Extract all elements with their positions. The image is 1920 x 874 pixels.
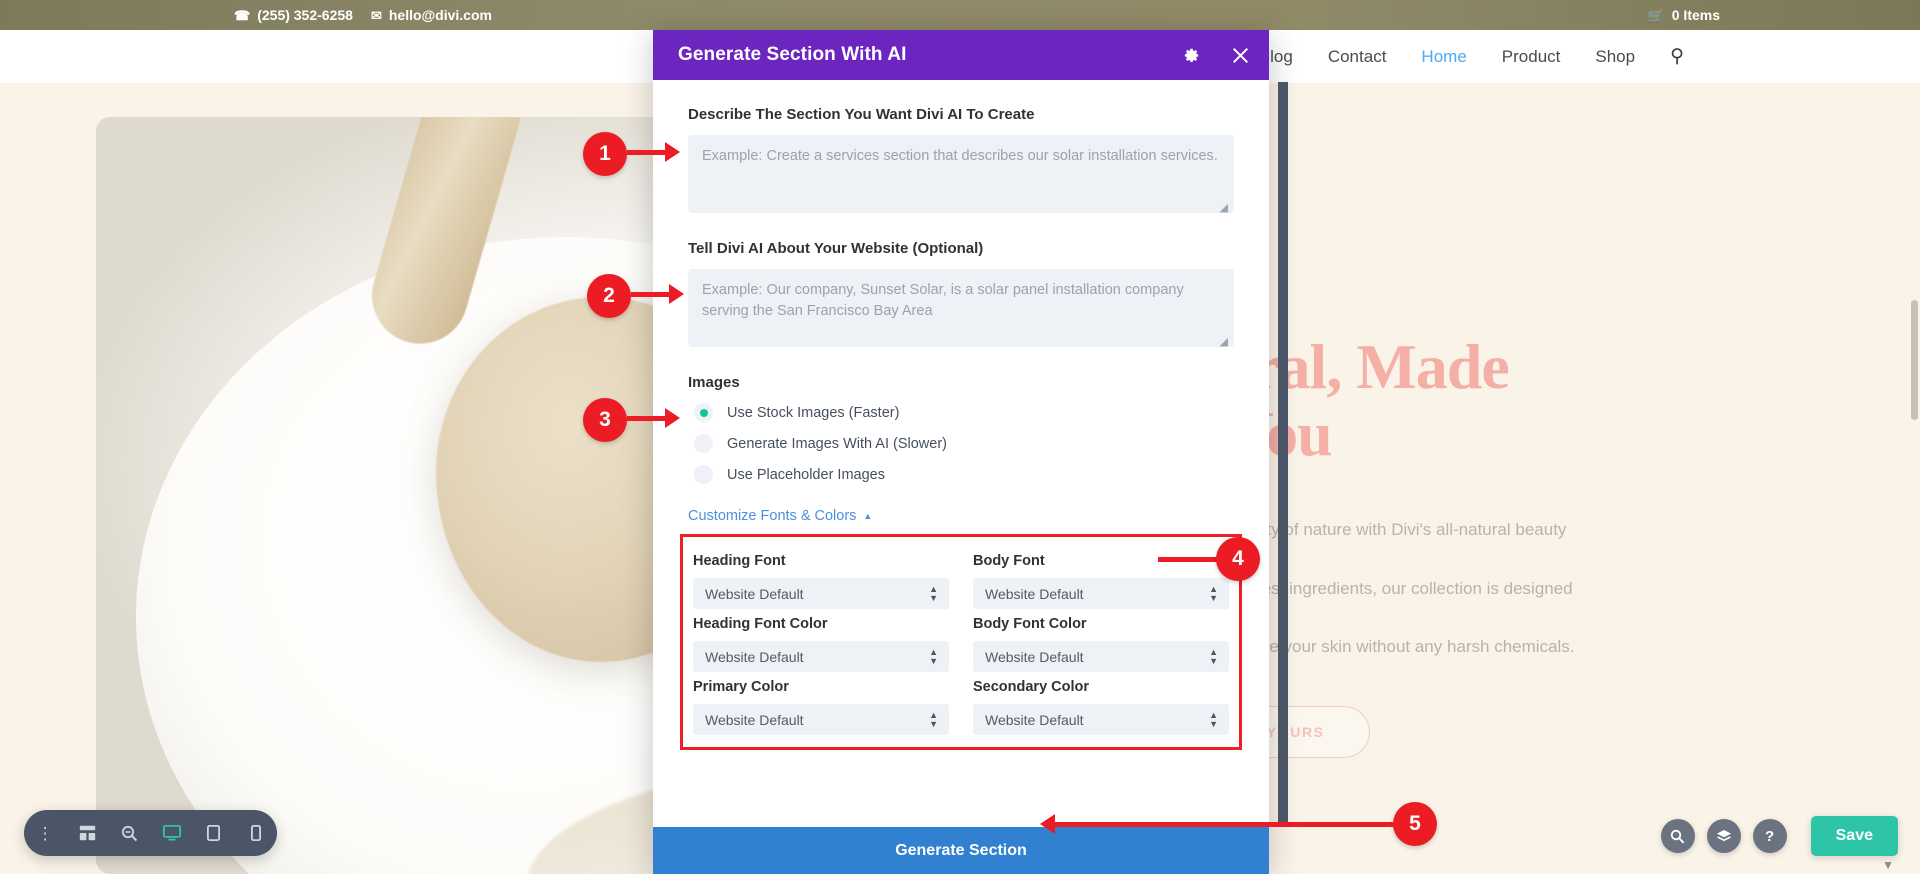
tablet-icon[interactable] bbox=[201, 820, 227, 846]
close-icon[interactable] bbox=[1229, 44, 1251, 66]
search-icon[interactable] bbox=[1661, 819, 1695, 853]
images-label: Images bbox=[688, 374, 1234, 391]
heading-font-label: Heading Font bbox=[693, 553, 949, 569]
topbar-phone-label: (255) 352-6258 bbox=[257, 7, 353, 23]
caret-down-icon[interactable]: ▼ bbox=[1882, 858, 1894, 872]
topbar-cart-label: 0 Items bbox=[1672, 7, 1720, 23]
radio-icon-selected bbox=[694, 403, 713, 422]
caret-up-icon: ▲ bbox=[863, 511, 872, 521]
stepper-arrows-icon: ▲▼ bbox=[1209, 585, 1218, 603]
nav-link-product[interactable]: Product bbox=[1502, 47, 1561, 67]
primary-color-label: Primary Color bbox=[693, 679, 949, 695]
nav-links: Blog Contact Home Product Shop ⚲ bbox=[1259, 45, 1684, 68]
topbar-cart[interactable]: 🛒 0 Items bbox=[1648, 7, 1720, 23]
builder-bottom-right-controls: ? Save bbox=[1661, 816, 1898, 856]
describe-field-block: Describe The Section You Want Divi AI To… bbox=[688, 106, 1234, 218]
nav-link-home[interactable]: Home bbox=[1421, 47, 1466, 67]
radio-label: Generate Images With AI (Slower) bbox=[727, 436, 947, 452]
topbar-email-label: hello@divi.com bbox=[389, 7, 492, 23]
body-font-value: Website Default bbox=[985, 586, 1084, 602]
about-label: Tell Divi AI About Your Website (Optiona… bbox=[688, 240, 1234, 257]
modal-scrollbar[interactable] bbox=[1278, 82, 1288, 827]
phone-icon: ☎ bbox=[234, 9, 250, 22]
fonts-and-colors-grid: Heading Font Website Default ▲▼ Body Fon… bbox=[680, 534, 1242, 750]
heading-font-color-select[interactable]: Website Default ▲▼ bbox=[693, 641, 949, 672]
heading-font-value: Website Default bbox=[705, 586, 804, 602]
body-font-color-select[interactable]: Website Default ▲▼ bbox=[973, 641, 1229, 672]
heading-font-color-value: Website Default bbox=[705, 649, 804, 665]
wireframe-grid-icon[interactable] bbox=[74, 820, 100, 846]
site-top-utility-bar: ☎ (255) 352-6258 ✉ hello@divi.com 🛒 0 It… bbox=[0, 0, 1920, 30]
radio-icon-unselected bbox=[694, 434, 713, 453]
radio-use-placeholder-images[interactable]: Use Placeholder Images bbox=[688, 465, 1234, 484]
nav-link-shop[interactable]: Shop bbox=[1595, 47, 1635, 67]
stepper-arrows-icon: ▲▼ bbox=[1209, 648, 1218, 666]
generate-section-label: Generate Section bbox=[895, 842, 1027, 860]
topbar-contact-group: ☎ (255) 352-6258 ✉ hello@divi.com bbox=[234, 7, 492, 23]
describe-input[interactable] bbox=[688, 135, 1234, 213]
images-option-block: Images Use Stock Images (Faster) Generat… bbox=[688, 374, 1234, 484]
gear-icon[interactable] bbox=[1180, 44, 1202, 66]
nav-link-contact[interactable]: Contact bbox=[1328, 47, 1387, 67]
body-font-cell: Body Font Website Default ▲▼ bbox=[973, 546, 1229, 609]
generate-section-button[interactable]: Generate Section bbox=[653, 827, 1269, 874]
body-font-color-cell: Body Font Color Website Default ▲▼ bbox=[973, 609, 1229, 672]
primary-color-select[interactable]: Website Default ▲▼ bbox=[693, 704, 949, 735]
radio-use-stock-images[interactable]: Use Stock Images (Faster) bbox=[688, 403, 1234, 422]
search-icon[interactable]: ⚲ bbox=[1670, 45, 1684, 68]
stepper-arrows-icon: ▲▼ bbox=[929, 585, 938, 603]
modal-body: Describe The Section You Want Divi AI To… bbox=[653, 80, 1269, 827]
save-button[interactable]: Save bbox=[1811, 816, 1898, 856]
secondary-color-label: Secondary Color bbox=[973, 679, 1229, 695]
desktop-icon[interactable] bbox=[159, 820, 185, 846]
radio-generate-images-with-ai[interactable]: Generate Images With AI (Slower) bbox=[688, 434, 1234, 453]
heading-font-color-label: Heading Font Color bbox=[693, 616, 949, 632]
page-scrollbar[interactable] bbox=[1911, 300, 1918, 420]
modal-title: Generate Section With AI bbox=[678, 44, 907, 66]
secondary-color-cell: Secondary Color Website Default ▲▼ bbox=[973, 672, 1229, 735]
body-font-color-value: Website Default bbox=[985, 649, 1084, 665]
radio-label: Use Placeholder Images bbox=[727, 467, 885, 483]
about-field-block: Tell Divi AI About Your Website (Optiona… bbox=[688, 240, 1234, 352]
secondary-color-value: Website Default bbox=[985, 712, 1084, 728]
primary-color-value: Website Default bbox=[705, 712, 804, 728]
modal-header: Generate Section With AI bbox=[653, 30, 1269, 80]
body-font-select[interactable]: Website Default ▲▼ bbox=[973, 578, 1229, 609]
stepper-arrows-icon: ▲▼ bbox=[929, 711, 938, 729]
envelope-icon: ✉ bbox=[371, 9, 382, 22]
topbar-phone[interactable]: ☎ (255) 352-6258 bbox=[234, 7, 353, 23]
body-font-color-label: Body Font Color bbox=[973, 616, 1229, 632]
body-font-label: Body Font bbox=[973, 553, 1229, 569]
customize-toggle-label: Customize Fonts & Colors bbox=[688, 508, 856, 524]
mobile-icon[interactable] bbox=[243, 820, 269, 846]
heading-font-cell: Heading Font Website Default ▲▼ bbox=[693, 546, 949, 609]
builder-bottom-toolbar: ⋮ bbox=[24, 810, 277, 856]
help-icon[interactable]: ? bbox=[1753, 819, 1787, 853]
primary-color-cell: Primary Color Website Default ▲▼ bbox=[693, 672, 949, 735]
topbar-email[interactable]: ✉ hello@divi.com bbox=[371, 7, 492, 23]
modal-header-actions bbox=[1180, 44, 1251, 66]
radio-icon-unselected bbox=[694, 465, 713, 484]
zoom-out-icon[interactable] bbox=[116, 820, 142, 846]
customize-fonts-and-colors-toggle[interactable]: Customize Fonts & Colors ▲ bbox=[688, 508, 1234, 524]
heading-font-select[interactable]: Website Default ▲▼ bbox=[693, 578, 949, 609]
describe-label: Describe The Section You Want Divi AI To… bbox=[688, 106, 1234, 123]
layers-icon[interactable] bbox=[1707, 819, 1741, 853]
heading-font-color-cell: Heading Font Color Website Default ▲▼ bbox=[693, 609, 949, 672]
secondary-color-select[interactable]: Website Default ▲▼ bbox=[973, 704, 1229, 735]
kebab-menu-icon[interactable]: ⋮ bbox=[32, 820, 58, 846]
stepper-arrows-icon: ▲▼ bbox=[929, 648, 938, 666]
about-input[interactable] bbox=[688, 269, 1234, 347]
cart-icon: 🛒 bbox=[1648, 9, 1664, 22]
generate-section-with-ai-modal: Generate Section With AI Describe The Se… bbox=[653, 30, 1269, 874]
stepper-arrows-icon: ▲▼ bbox=[1209, 711, 1218, 729]
radio-label: Use Stock Images (Faster) bbox=[727, 405, 899, 421]
